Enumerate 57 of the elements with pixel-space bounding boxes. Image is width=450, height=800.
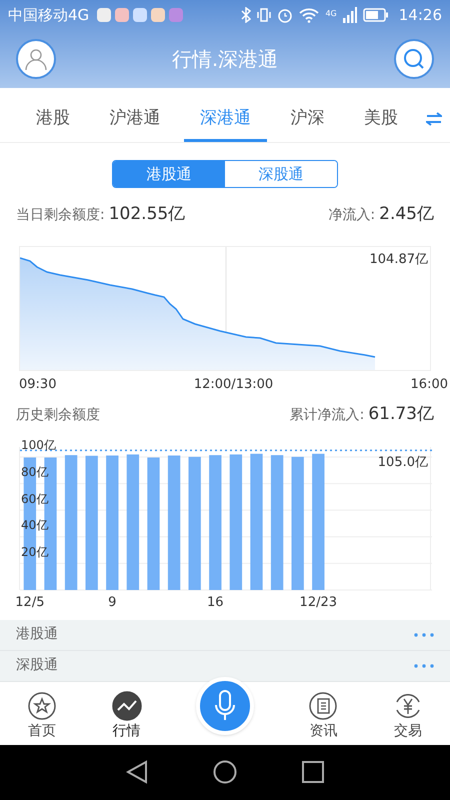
app-notification-icon: [151, 8, 166, 22]
search-icon: [402, 47, 426, 71]
alarm-icon: [277, 7, 294, 23]
section-title: 港股通: [16, 625, 58, 644]
net-inflow-label: 净流入:: [328, 206, 376, 225]
more-icon: [414, 664, 434, 668]
x-axis-label: 9: [108, 596, 116, 608]
recent-apps-icon[interactable]: [302, 761, 324, 784]
more-icon: [414, 632, 434, 636]
remaining-quota-label: 当日剩余额度:: [16, 206, 105, 225]
x-axis-label: 16: [207, 596, 224, 608]
app-notification-icon: [115, 8, 130, 22]
search-button[interactable]: [394, 39, 434, 79]
market-tab[interactable]: 美股: [348, 98, 414, 142]
app-notification-icon: [133, 8, 148, 22]
home-icon[interactable]: [213, 760, 237, 784]
market-tab[interactable]: 沪深: [274, 98, 341, 142]
microphone-icon: [214, 690, 236, 722]
section-title: 深股通: [16, 656, 58, 675]
section-header[interactable]: 深股通: [0, 650, 450, 682]
clock-text: 14:26: [398, 4, 442, 26]
back-icon[interactable]: [126, 760, 148, 784]
nav-tab[interactable]: 行情: [112, 690, 142, 744]
page-title: 行情.深港通: [172, 46, 278, 73]
time-axis-label: 12:00/13:00: [194, 376, 274, 394]
x-axis-label: 12/5: [15, 596, 44, 608]
nav-tab[interactable]: 交易: [392, 690, 423, 744]
document-icon: [308, 690, 338, 720]
reference-value-label: 105.0亿: [378, 456, 428, 469]
chart-icon: [112, 690, 142, 720]
bluetooth-icon: [241, 7, 252, 23]
profile-button[interactable]: [16, 39, 56, 79]
carrier-text: 中国移动4G: [8, 4, 90, 26]
battery-icon: [362, 8, 389, 22]
nav-tab[interactable]: 资讯: [308, 690, 338, 744]
market-tab[interactable]: 沪港通: [93, 98, 176, 142]
remaining-quota-value: 102.55亿: [108, 203, 186, 226]
x-axis-label: 12/23: [300, 596, 338, 608]
time-axis-label: 16:00: [410, 376, 448, 394]
signal-icon: [342, 7, 357, 23]
history-quota-label: 历史剩余额度: [16, 406, 100, 425]
app-notification-icon: [97, 8, 112, 22]
time-axis-label: 09:30: [19, 376, 56, 394]
person-icon: [24, 47, 48, 71]
market-tab[interactable]: 港股: [20, 98, 86, 142]
y-axis-label: 100亿: [21, 439, 56, 452]
cumulative-inflow-label: 累计净流入:: [290, 406, 364, 425]
cumulative-inflow-value: 61.73亿: [368, 403, 434, 426]
swap-icon[interactable]: [426, 112, 442, 126]
chart-max-label: 104.87亿: [370, 250, 428, 268]
network-type-text: 4G: [325, 8, 337, 20]
nav-tab[interactable]: 首页: [27, 690, 58, 744]
net-inflow-value: 2.45亿: [379, 203, 434, 226]
wifi-icon: [299, 7, 320, 23]
vibrate-icon: [257, 7, 272, 23]
app-notification-icon: [169, 8, 184, 22]
section-header[interactable]: 港股通: [0, 620, 450, 650]
